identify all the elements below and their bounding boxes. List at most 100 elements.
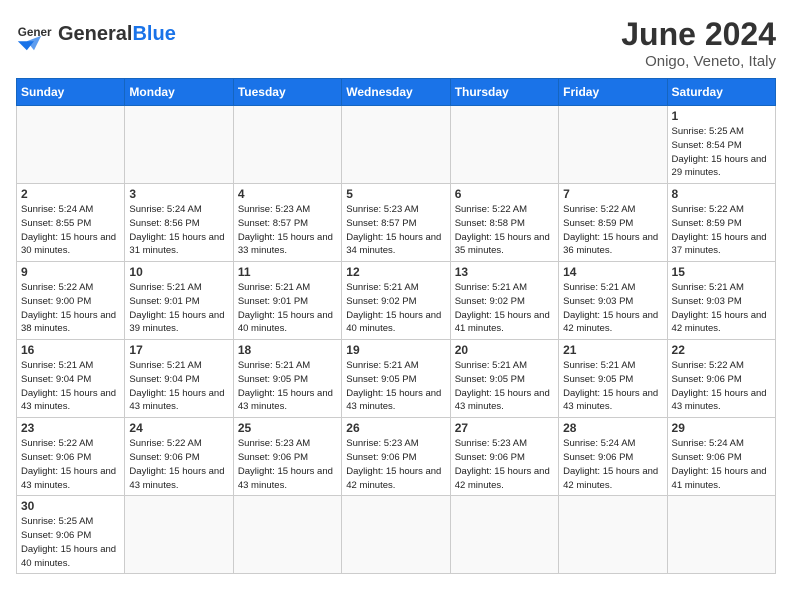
calendar-week-row: 2 Sunrise: 5:24 AM Sunset: 8:55 PM Daylig… (17, 184, 776, 262)
day-number: 22 (672, 343, 771, 357)
logo-blue-text: Blue (132, 23, 175, 45)
day-info: Sunrise: 5:21 AM Sunset: 9:05 PM Dayligh… (238, 359, 337, 414)
calendar-day-cell: 10 Sunrise: 5:21 AM Sunset: 9:01 PM Dayli… (125, 262, 233, 340)
calendar-day-cell: 16Sunrise: 5:21 AM Sunset: 9:04 PM Dayli… (17, 340, 125, 418)
calendar-day-cell: 25 Sunrise: 5:23 AM Sunset: 9:06 PM Dayli… (233, 418, 341, 496)
day-number: 25 (238, 421, 337, 435)
calendar-day-cell: 7 Sunrise: 5:22 AM Sunset: 8:59 PM Daylig… (559, 184, 667, 262)
svg-text:General: General (18, 26, 52, 39)
day-info: Sunrise: 5:23 AM Sunset: 9:06 PM Dayligh… (238, 437, 337, 492)
calendar-day-cell (667, 496, 775, 574)
day-number: 29 (672, 421, 771, 435)
calendar-day-cell (233, 106, 341, 184)
calendar-day-cell: 28 Sunrise: 5:24 AM Sunset: 9:06 PM Dayli… (559, 418, 667, 496)
calendar-day-cell: 18 Sunrise: 5:21 AM Sunset: 9:05 PM Dayli… (233, 340, 341, 418)
day-number: 6 (455, 187, 554, 201)
day-info: Sunrise: 5:21 AM Sunset: 9:02 PM Dayligh… (346, 281, 445, 336)
calendar-week-row: 30Sunrise: 5:25 AM Sunset: 9:06 PM Dayli… (17, 496, 776, 574)
calendar-day-cell: 4Sunrise: 5:23 AM Sunset: 8:57 PM Daylig… (233, 184, 341, 262)
location-subtitle: Onigo, Veneto, Italy (621, 53, 776, 70)
day-info: Sunrise: 5:24 AM Sunset: 9:06 PM Dayligh… (672, 437, 771, 492)
header: General GeneralBlue June 2024 Onigo, Ven… (16, 16, 776, 70)
calendar-header-row: SundayMondayTuesdayWednesdayThursdayFrid… (17, 79, 776, 106)
calendar-day-cell: 22 Sunrise: 5:22 AM Sunset: 9:06 PM Dayli… (667, 340, 775, 418)
calendar-day-cell: 12 Sunrise: 5:21 AM Sunset: 9:02 PM Dayli… (342, 262, 450, 340)
calendar-day-cell: 13Sunrise: 5:21 AM Sunset: 9:02 PM Dayli… (450, 262, 558, 340)
day-number: 3 (129, 187, 228, 201)
logo-icon: General (16, 16, 52, 52)
day-info: Sunrise: 5:21 AM Sunset: 9:05 PM Dayligh… (455, 359, 554, 414)
calendar-day-cell: 9Sunrise: 5:22 AM Sunset: 9:00 PM Daylig… (17, 262, 125, 340)
calendar-day-cell: 3Sunrise: 5:24 AM Sunset: 8:56 PM Daylig… (125, 184, 233, 262)
calendar-day-cell: 17Sunrise: 5:21 AM Sunset: 9:04 PM Dayli… (125, 340, 233, 418)
day-number: 21 (563, 343, 662, 357)
day-number: 24 (129, 421, 228, 435)
calendar-day-cell: 24 Sunrise: 5:22 AM Sunset: 9:06 PM Dayli… (125, 418, 233, 496)
month-title: June 2024 (621, 16, 776, 53)
day-number: 7 (563, 187, 662, 201)
logo-general-text: General (58, 23, 132, 45)
day-info: Sunrise: 5:24 AM Sunset: 8:55 PM Dayligh… (21, 203, 120, 258)
day-info: Sunrise: 5:21 AM Sunset: 9:05 PM Dayligh… (346, 359, 445, 414)
calendar-day-cell: 6Sunrise: 5:22 AM Sunset: 8:58 PM Daylig… (450, 184, 558, 262)
day-of-week-header: Saturday (667, 79, 775, 106)
calendar-day-cell: 14 Sunrise: 5:21 AM Sunset: 9:03 PM Dayli… (559, 262, 667, 340)
day-info: Sunrise: 5:23 AM Sunset: 8:57 PM Dayligh… (238, 203, 337, 258)
day-number: 2 (21, 187, 120, 201)
calendar-day-cell: 1 Sunrise: 5:25 AM Sunset: 8:54 PM Daylig… (667, 106, 775, 184)
calendar-day-cell (233, 496, 341, 574)
day-number: 18 (238, 343, 337, 357)
day-number: 30 (21, 499, 120, 513)
day-of-week-header: Friday (559, 79, 667, 106)
calendar-day-cell (450, 496, 558, 574)
day-number: 10 (129, 265, 228, 279)
calendar-table: SundayMondayTuesdayWednesdayThursdayFrid… (16, 78, 776, 574)
day-of-week-header: Wednesday (342, 79, 450, 106)
day-info: Sunrise: 5:21 AM Sunset: 9:03 PM Dayligh… (563, 281, 662, 336)
calendar-day-cell: 23Sunrise: 5:22 AM Sunset: 9:06 PM Dayli… (17, 418, 125, 496)
day-number: 17 (129, 343, 228, 357)
day-number: 14 (563, 265, 662, 279)
day-info: Sunrise: 5:22 AM Sunset: 8:59 PM Dayligh… (563, 203, 662, 258)
calendar-day-cell: 20Sunrise: 5:21 AM Sunset: 9:05 PM Dayli… (450, 340, 558, 418)
calendar-day-cell (17, 106, 125, 184)
day-number: 23 (21, 421, 120, 435)
day-info: Sunrise: 5:21 AM Sunset: 9:05 PM Dayligh… (563, 359, 662, 414)
calendar-week-row: 9Sunrise: 5:22 AM Sunset: 9:00 PM Daylig… (17, 262, 776, 340)
day-info: Sunrise: 5:23 AM Sunset: 8:57 PM Dayligh… (346, 203, 445, 258)
logo: General GeneralBlue (16, 16, 176, 52)
calendar-day-cell (450, 106, 558, 184)
calendar-day-cell: 8Sunrise: 5:22 AM Sunset: 8:59 PM Daylig… (667, 184, 775, 262)
calendar-day-cell: 30Sunrise: 5:25 AM Sunset: 9:06 PM Dayli… (17, 496, 125, 574)
day-info: Sunrise: 5:25 AM Sunset: 8:54 PM Dayligh… (672, 125, 771, 180)
calendar-day-cell: 5 Sunrise: 5:23 AM Sunset: 8:57 PM Daylig… (342, 184, 450, 262)
day-number: 12 (346, 265, 445, 279)
day-number: 26 (346, 421, 445, 435)
day-info: Sunrise: 5:21 AM Sunset: 9:01 PM Dayligh… (129, 281, 228, 336)
calendar-week-row: 23 Sunrise: 5:22 AM Sunset: 9:06 PM Dayli… (17, 418, 776, 496)
calendar-day-cell (559, 496, 667, 574)
day-info: Sunrise: 5:23 AM Sunset: 9:06 PM Dayligh… (455, 437, 554, 492)
day-number: 11 (238, 265, 337, 279)
day-info: Sunrise: 5:21 AM Sunset: 9:02 PM Dayligh… (455, 281, 554, 336)
title-area: June 2024 Onigo, Veneto, Italy (621, 16, 776, 70)
day-info: Sunrise: 5:21 AM Sunset: 9:01 PM Dayligh… (238, 281, 337, 336)
day-number: 28 (563, 421, 662, 435)
day-info: Sunrise: 5:22 AM Sunset: 9:06 PM Dayligh… (129, 437, 228, 492)
calendar-day-cell: 26Sunrise: 5:23 AM Sunset: 9:06 PM Dayli… (342, 418, 450, 496)
day-of-week-header: Sunday (17, 79, 125, 106)
day-number: 27 (455, 421, 554, 435)
day-of-week-header: Monday (125, 79, 233, 106)
day-number: 8 (672, 187, 771, 201)
day-number: 1 (672, 109, 771, 123)
day-of-week-header: Tuesday (233, 79, 341, 106)
day-info: Sunrise: 5:21 AM Sunset: 9:03 PM Dayligh… (672, 281, 771, 336)
calendar-day-cell: 19Sunrise: 5:21 AM Sunset: 9:05 PM Dayli… (342, 340, 450, 418)
calendar-day-cell (125, 496, 233, 574)
day-info: Sunrise: 5:22 AM Sunset: 9:06 PM Dayligh… (672, 359, 771, 414)
day-info: Sunrise: 5:24 AM Sunset: 9:06 PM Dayligh… (563, 437, 662, 492)
calendar-day-cell (342, 496, 450, 574)
calendar-day-cell (559, 106, 667, 184)
day-number: 15 (672, 265, 771, 279)
day-number: 5 (346, 187, 445, 201)
